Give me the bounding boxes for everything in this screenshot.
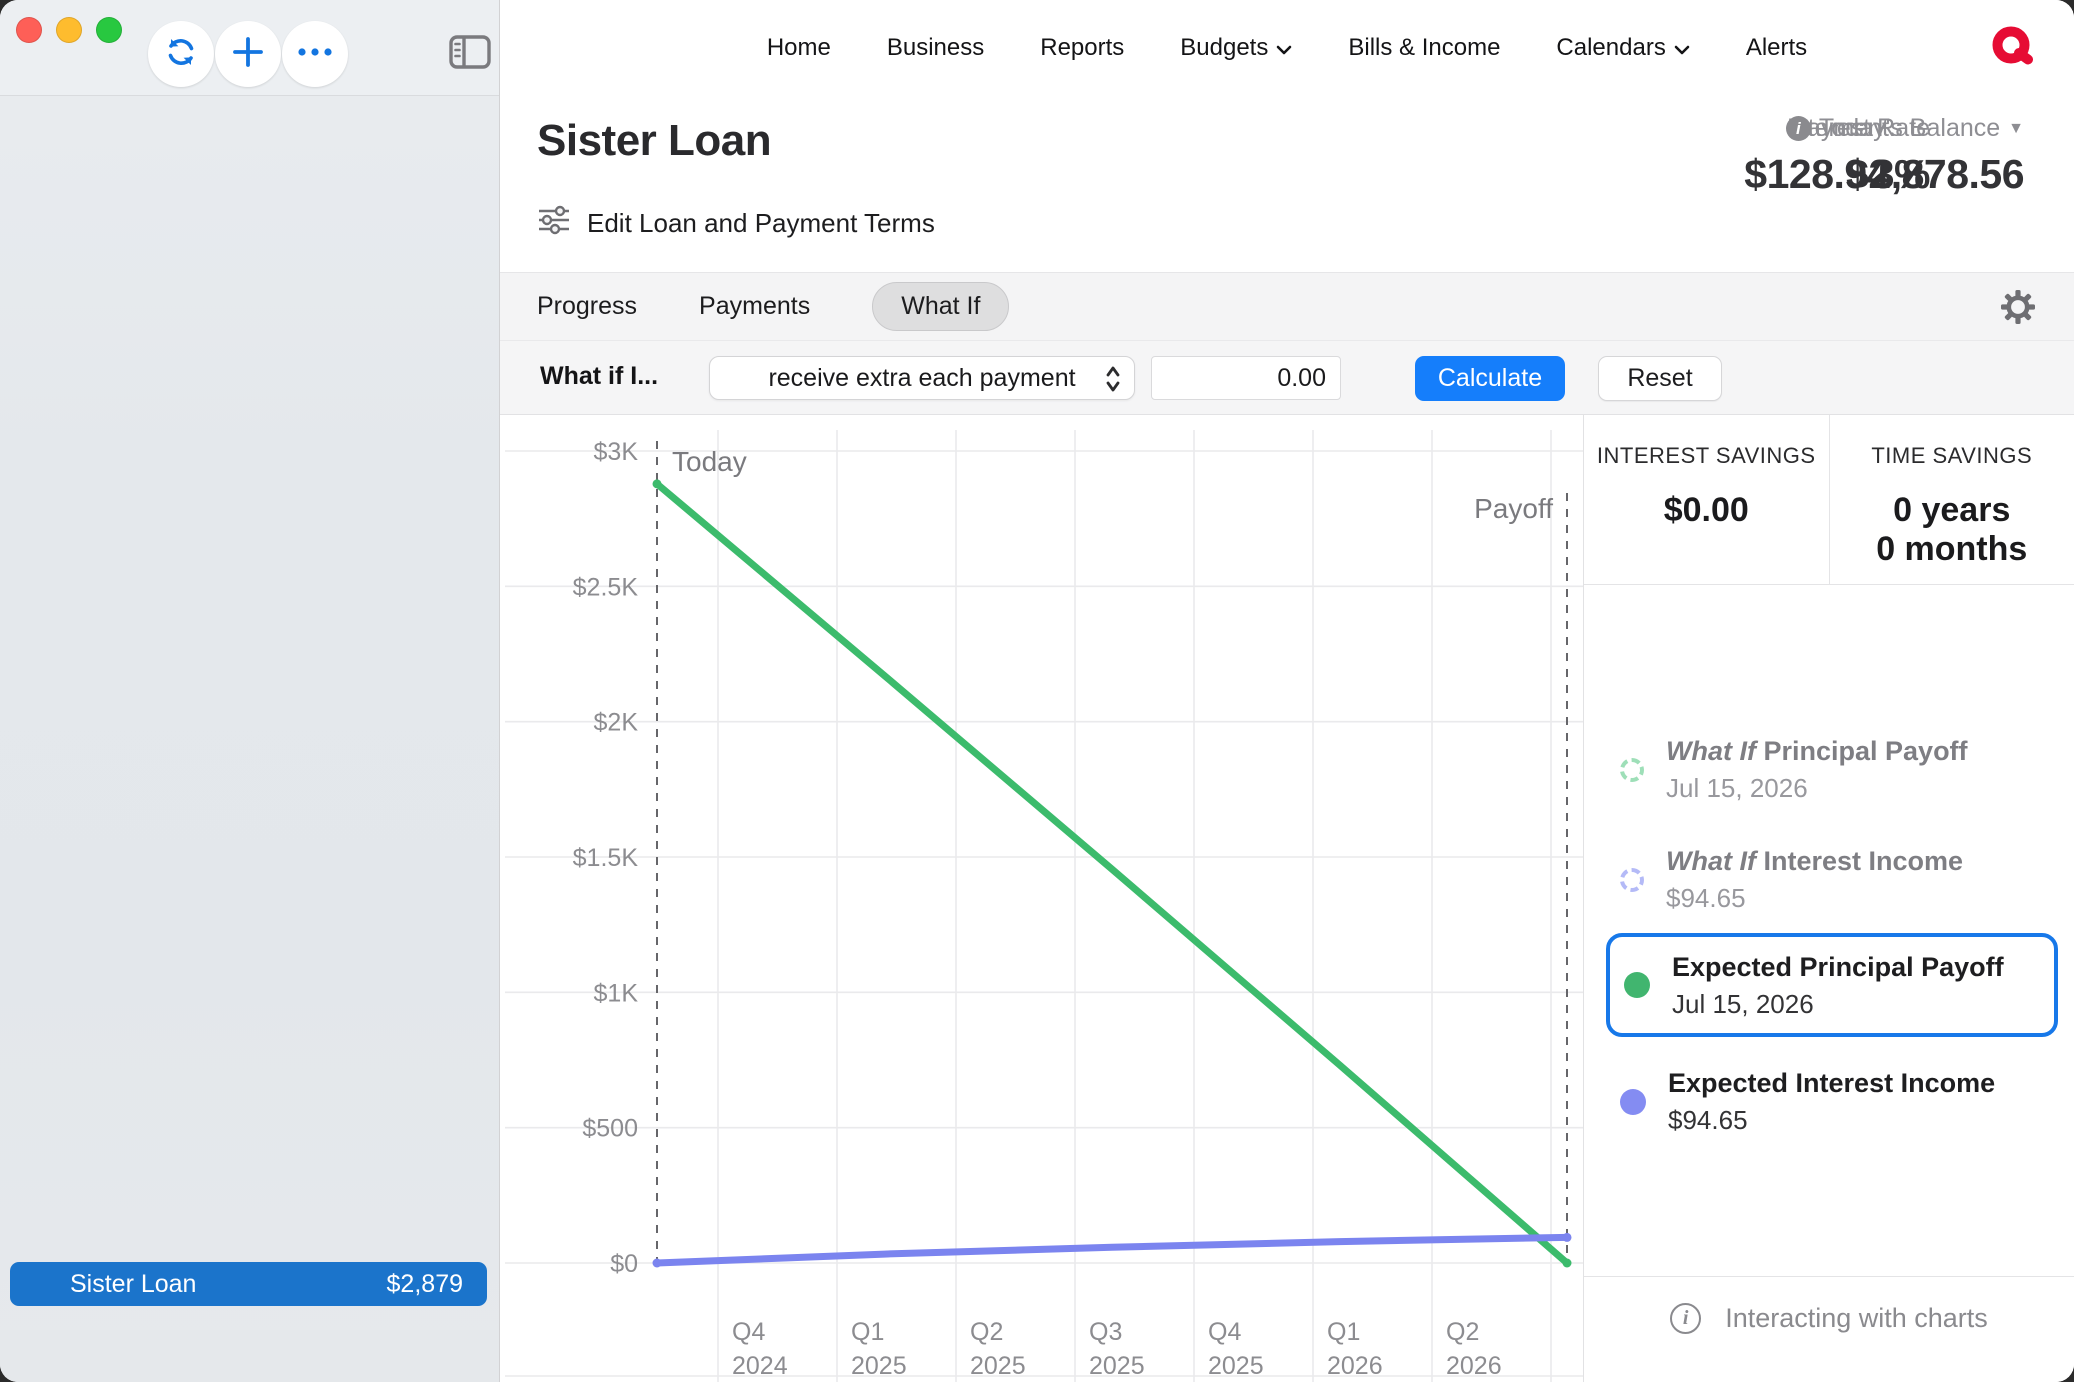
svg-text:Q12026: Q12026	[1327, 1318, 1383, 1380]
svg-text:$2.5K: $2.5K	[573, 573, 639, 601]
what-if-summary-panel: INTEREST SAVINGS $0.00 TIME SAVINGS 0 ye…	[1583, 415, 2074, 1382]
legend-expected-principal-payoff-selected[interactable]: Expected Principal Payoff Jul 15, 2026	[1606, 933, 2058, 1037]
tab-progress[interactable]: Progress	[537, 283, 637, 330]
info-outline-icon: i	[1670, 1303, 1701, 1334]
purple-dot-icon	[1620, 1089, 1646, 1115]
quicken-logo-icon	[1990, 24, 2038, 72]
sidebar-toolbar	[0, 0, 499, 96]
close-window-button[interactable]	[16, 17, 42, 43]
account-balance: $2,879	[387, 1270, 463, 1299]
loan-projection-chart[interactable]: $0 $500 $1K $1.5K $2K $2.5K $3K Q42024 Q12025 Q22…	[500, 415, 1583, 1382]
more-icon	[296, 45, 334, 63]
app-window: Sister Loan $2,879 Home Business Reports…	[0, 0, 2074, 1382]
add-icon	[231, 35, 265, 74]
nav-item-home[interactable]: Home	[767, 34, 831, 62]
green-dot-icon	[1624, 972, 1650, 998]
reset-button[interactable]: Reset	[1598, 356, 1722, 401]
payoff-label: Payoff	[1474, 493, 1553, 524]
nav-item-reports[interactable]: Reports	[1040, 34, 1124, 62]
dashed-green-circle-icon	[1620, 758, 1644, 782]
chevron-down-icon	[1674, 34, 1690, 62]
svg-text:Q42024: Q42024	[732, 1318, 788, 1380]
interest-savings-card: INTEREST SAVINGS $0.00	[1584, 415, 1829, 584]
nav-item-bills-income[interactable]: Bills & Income	[1348, 34, 1500, 62]
caret-down-icon: ▼	[2008, 120, 2024, 138]
sidebar-toggle-icon	[449, 35, 491, 74]
tab-what-if[interactable]: What If	[872, 282, 1009, 331]
edit-loan-link[interactable]: Edit Loan and Payment Terms	[537, 204, 935, 243]
svg-text:$1K: $1K	[594, 979, 639, 1007]
interacting-with-charts-link[interactable]: i Interacting with charts	[1584, 1303, 2074, 1334]
settings-button[interactable]	[1998, 289, 2038, 329]
main-content: Home Business Reports Budgets Bills & In…	[500, 0, 2074, 1382]
sidebar-item-sister-loan[interactable]: Sister Loan $2,879	[10, 1262, 487, 1306]
nav-item-business[interactable]: Business	[887, 34, 984, 62]
sliders-icon	[537, 204, 571, 243]
sidebar: Sister Loan $2,879	[0, 0, 500, 1382]
toggle-sidebar-button[interactable]	[446, 34, 494, 74]
svg-text:$3K: $3K	[594, 438, 639, 466]
what-if-scenario-select[interactable]: receive extra each payment	[709, 356, 1135, 400]
svg-text:Q42025: Q42025	[1208, 1318, 1264, 1380]
legend-expected-interest-income[interactable]: Expected Interest Income $94.65	[1620, 1065, 1995, 1138]
zoom-window-button[interactable]	[96, 17, 122, 43]
edit-loan-label: Edit Loan and Payment Terms	[587, 208, 935, 239]
svg-text:Q12025: Q12025	[851, 1318, 907, 1380]
more-button[interactable]	[282, 21, 348, 87]
what-if-prompt: What if I...	[540, 362, 658, 391]
svg-text:$1.5K: $1.5K	[573, 844, 639, 872]
legend-whatif-interest-income[interactable]: What If Interest Income $94.65	[1620, 843, 1963, 916]
sidebar-blurred-content	[0, 1330, 499, 1382]
extra-amount-input[interactable]	[1151, 356, 1341, 400]
page-title: Sister Loan	[537, 116, 771, 166]
svg-text:$500: $500	[582, 1115, 638, 1143]
sync-icon	[162, 33, 200, 76]
minimize-window-button[interactable]	[56, 17, 82, 43]
nav-item-budgets[interactable]: Budgets	[1180, 34, 1292, 62]
tab-payments[interactable]: Payments	[699, 283, 810, 330]
dashed-purple-circle-icon	[1620, 868, 1644, 892]
sync-button[interactable]	[148, 21, 214, 87]
stat-todays-balance[interactable]: i Today's Balance ▼ $2,878.56	[1786, 114, 2024, 198]
divider	[1584, 1276, 2074, 1277]
add-button[interactable]	[215, 21, 281, 87]
series-expected-interest-income	[657, 1237, 1567, 1263]
account-name: Sister Loan	[70, 1270, 196, 1299]
chevron-down-icon	[1276, 34, 1292, 62]
svg-text:Q22025: Q22025	[970, 1318, 1026, 1380]
nav-item-alerts[interactable]: Alerts	[1746, 34, 1807, 62]
svg-text:Q32025: Q32025	[1089, 1318, 1145, 1380]
svg-text:$2K: $2K	[594, 709, 639, 737]
series-expected-principal-payoff	[657, 484, 1567, 1263]
stepper-icon	[1104, 364, 1122, 401]
today-label: Today	[672, 446, 747, 477]
what-if-toolbar: What if I... receive extra each payment …	[500, 341, 2074, 415]
info-icon: i	[1786, 116, 1811, 141]
top-navigation: Home Business Reports Budgets Bills & In…	[500, 0, 2074, 96]
calculate-button[interactable]: Calculate	[1415, 356, 1565, 401]
nav-item-calendars[interactable]: Calendars	[1556, 34, 1689, 62]
legend-whatif-principal-payoff[interactable]: What If Principal Payoff Jul 15, 2026	[1620, 733, 1968, 806]
savings-summary: INTEREST SAVINGS $0.00 TIME SAVINGS 0 ye…	[1584, 415, 2074, 585]
svg-text:Q22026: Q22026	[1446, 1318, 1502, 1380]
gear-icon	[1999, 288, 2037, 331]
time-savings-card: TIME SAVINGS 0 years 0 months	[1829, 415, 2074, 584]
svg-text:$0: $0	[610, 1250, 638, 1278]
tab-bar: Progress Payments What If	[500, 272, 2074, 341]
